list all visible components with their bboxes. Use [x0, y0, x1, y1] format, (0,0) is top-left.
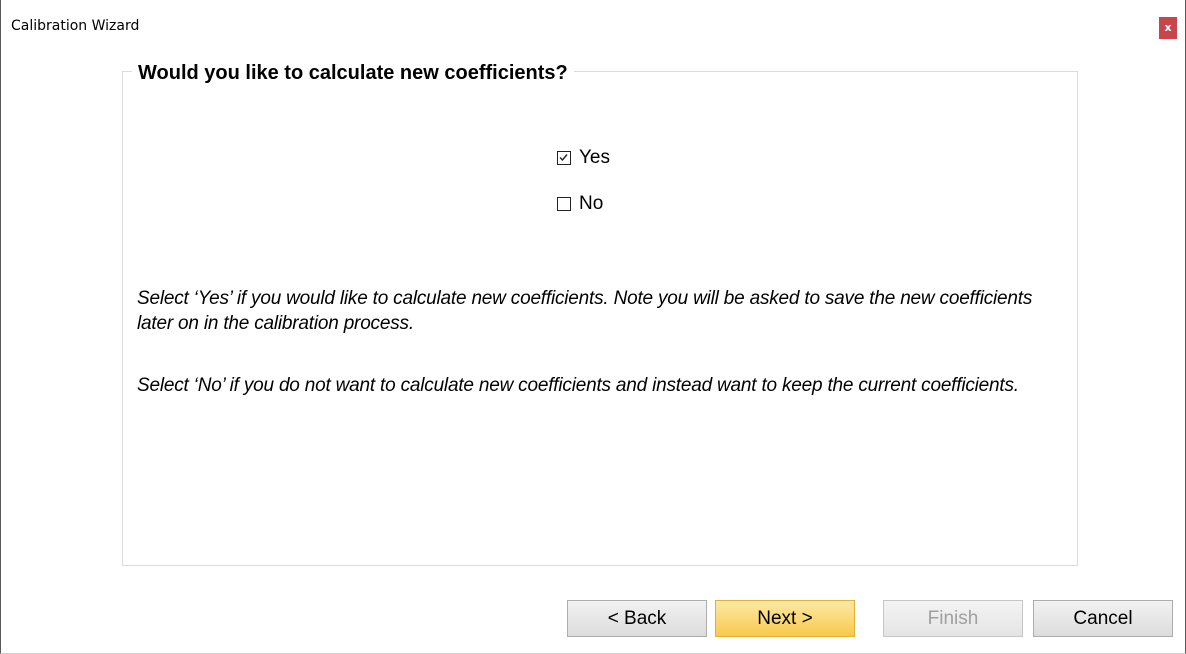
- no-option[interactable]: No: [557, 192, 603, 216]
- yes-option[interactable]: Yes: [557, 146, 610, 170]
- back-button[interactable]: < Back: [567, 600, 707, 637]
- yes-label: Yes: [579, 147, 610, 168]
- close-button[interactable]: x: [1159, 17, 1177, 39]
- calibration-wizard-window: Calibration Wizard x Would you like to c…: [0, 0, 1186, 654]
- yes-checkbox[interactable]: [557, 151, 571, 165]
- yes-description: Select ‘Yes’ if you would like to calcul…: [137, 288, 1033, 334]
- close-icon: x: [1164, 21, 1172, 34]
- no-label: No: [579, 193, 604, 214]
- finish-button[interactable]: Finish: [883, 600, 1023, 637]
- window-title: Calibration Wizard: [11, 18, 140, 34]
- checkmark-icon: [559, 154, 568, 162]
- group-title: Would you like to calculate new coeffici…: [132, 60, 574, 86]
- no-description: Select ‘No’ if you do not want to calcul…: [137, 375, 1019, 396]
- title-bar[interactable]: Calibration Wizard x: [1, 0, 1185, 48]
- cancel-button[interactable]: Cancel: [1033, 600, 1173, 637]
- next-button[interactable]: Next >: [715, 600, 855, 637]
- no-checkbox[interactable]: [557, 197, 571, 211]
